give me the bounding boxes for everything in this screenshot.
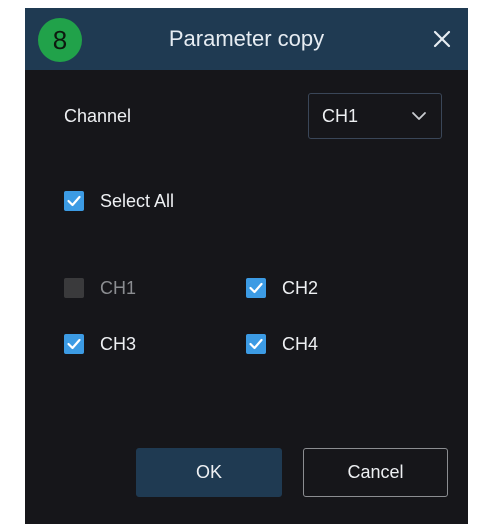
channel-select[interactable]: CH1 — [308, 93, 442, 139]
close-button[interactable] — [426, 23, 458, 55]
dialog-title: Parameter copy — [168, 26, 325, 51]
channel-checkbox-ch4[interactable]: CH4 — [246, 332, 318, 356]
dialog-titlebar: Parameter copy 8 — [25, 8, 468, 70]
channel-checkbox-ch2[interactable]: CH2 — [246, 276, 318, 300]
select-all-checkbox[interactable]: Select All — [64, 189, 174, 213]
checkbox-checked-icon — [64, 334, 84, 354]
channel-select-value: CH1 — [322, 106, 359, 126]
checkbox-disabled-icon — [64, 278, 84, 298]
checkbox-checked-icon — [246, 334, 266, 354]
channel-checkbox-ch3[interactable]: CH3 — [64, 332, 136, 356]
channel-checkbox-ch1[interactable]: CH1 — [64, 276, 136, 300]
cancel-button[interactable]: Cancel — [303, 448, 448, 497]
channel-checkbox-label: CH2 — [282, 277, 319, 298]
checkbox-checked-icon — [246, 278, 266, 298]
parameter-copy-dialog: Parameter copy 8 Channel CH1 Select All … — [25, 8, 468, 524]
channel-checkbox-label: CH3 — [100, 333, 137, 354]
checkbox-checked-icon — [64, 191, 84, 211]
chevron-down-icon — [412, 112, 426, 120]
close-icon — [433, 30, 451, 48]
channel-checkbox-label: CH1 — [100, 277, 137, 298]
ok-button[interactable]: OK — [136, 448, 282, 497]
step-number-badge: 8 — [38, 18, 82, 62]
channel-label: Channel — [64, 106, 132, 126]
select-all-label: Select All — [100, 190, 175, 211]
channel-checkbox-label: CH4 — [282, 333, 319, 354]
